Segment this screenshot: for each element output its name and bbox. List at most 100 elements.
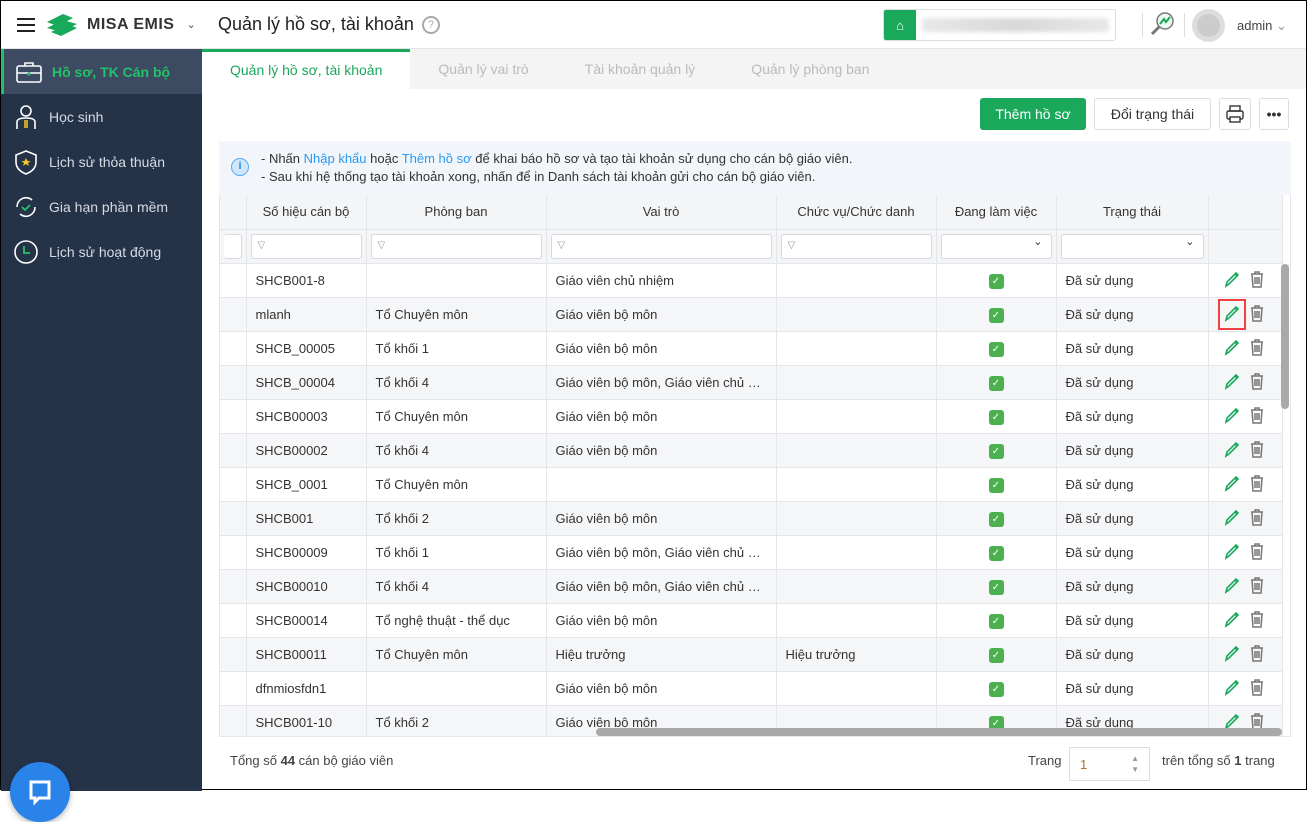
row-select-cell[interactable]	[220, 671, 247, 706]
row-select-cell[interactable]	[220, 263, 247, 298]
print-button[interactable]	[1219, 98, 1251, 130]
edit-pencil-icon[interactable]	[1223, 678, 1241, 699]
checkbox-checked-icon[interactable]: ✓	[988, 579, 1004, 595]
filter-code-input[interactable]: ▽	[250, 233, 362, 259]
row-select-cell[interactable]	[220, 433, 247, 468]
row-select-cell[interactable]	[220, 467, 247, 502]
edit-pencil-icon[interactable]	[1223, 270, 1241, 291]
filter-working-select[interactable]: ⌄	[940, 233, 1052, 259]
add-profile-button[interactable]: Thêm hồ sơ	[980, 98, 1086, 130]
chevron-down-icon[interactable]: ⌄	[186, 18, 195, 31]
row-select-cell[interactable]	[220, 365, 247, 400]
trash-icon[interactable]	[1249, 338, 1265, 359]
analytics-search-icon[interactable]	[1149, 11, 1175, 37]
edit-pencil-icon[interactable]	[1223, 508, 1241, 529]
checkbox-checked-icon[interactable]: ✓	[988, 375, 1004, 391]
page-stepper-icon[interactable]: ▲ ▼	[1131, 753, 1139, 775]
row-select-cell[interactable]	[220, 603, 247, 638]
row-select-cell[interactable]	[220, 399, 247, 434]
table-row[interactable]: SHCB00009 Tổ khối 1 Giáo viên bộ môn, Gi…	[220, 535, 1283, 570]
trash-icon[interactable]	[1249, 304, 1265, 325]
menu-icon[interactable]	[17, 14, 35, 36]
row-select-cell[interactable]	[220, 569, 247, 604]
edit-pencil-icon[interactable]	[1223, 610, 1241, 631]
column-header-department[interactable]: Phòng ban	[366, 195, 547, 230]
checkbox-checked-icon[interactable]: ✓	[988, 409, 1004, 425]
row-select-cell[interactable]	[220, 535, 247, 570]
row-select-cell[interactable]	[220, 297, 247, 332]
table-row[interactable]: SHCB001-8 Giáo viên chủ nhiệm ✓ Đã sử dụ…	[220, 263, 1283, 298]
table-row[interactable]: SHCB_0001 Tổ Chuyên môn ✓ Đã sử dụng	[220, 467, 1283, 502]
filter-role-input[interactable]: ▽	[550, 233, 772, 259]
edit-pencil-icon[interactable]	[1223, 338, 1241, 359]
table-row[interactable]: SHCB00002 Tổ khối 4 Giáo viên bộ môn ✓ Đ…	[220, 433, 1283, 468]
column-header-code[interactable]: Số hiệu cán bộ	[246, 195, 367, 230]
table-row[interactable]: SHCB00014 Tổ nghệ thuật - thể dục Giáo v…	[220, 603, 1283, 638]
edit-pencil-icon[interactable]	[1223, 372, 1241, 393]
trash-icon[interactable]	[1249, 610, 1265, 631]
edit-pencil-icon[interactable]	[1223, 406, 1241, 427]
checkbox-checked-icon[interactable]: ✓	[988, 545, 1004, 561]
table-row[interactable]: SHCB_00004 Tổ khối 4 Giáo viên bộ môn, G…	[220, 365, 1283, 400]
checkbox-checked-icon[interactable]: ✓	[988, 477, 1004, 493]
column-header-status[interactable]: Trạng thái	[1056, 195, 1209, 230]
table-row[interactable]: SHCB_00005 Tổ khối 1 Giáo viên bộ môn ✓ …	[220, 331, 1283, 366]
user-menu[interactable]: admin ⌄	[1237, 18, 1287, 34]
trash-icon[interactable]	[1249, 440, 1265, 461]
sidebar-item-activity-history[interactable]: Lịch sử hoạt động	[1, 229, 202, 274]
change-status-button[interactable]: Đổi trạng thái	[1094, 98, 1211, 130]
trash-icon[interactable]	[1249, 406, 1265, 427]
tab-departments[interactable]: Quản lý phòng ban	[723, 49, 897, 89]
page-input[interactable]: 1 ▲ ▼	[1069, 747, 1150, 781]
tab-roles[interactable]: Quản lý vai trò	[410, 49, 556, 89]
trash-icon[interactable]	[1249, 678, 1265, 699]
row-select-cell[interactable]	[220, 637, 247, 672]
filter-department-input[interactable]: ▽	[370, 233, 542, 259]
filter-position-input[interactable]: ▽	[780, 233, 932, 259]
tab-profiles[interactable]: Quản lý hồ sơ, tài khoản	[202, 49, 411, 89]
filter-status-select[interactable]: ⌄	[1060, 233, 1204, 259]
checkbox-checked-icon[interactable]: ✓	[988, 511, 1004, 527]
vertical-scrollbar[interactable]	[1281, 264, 1289, 409]
brand-logo[interactable]: MISA EMIS ⌄	[43, 12, 196, 38]
edit-pencil-icon[interactable]	[1223, 474, 1241, 495]
trash-icon[interactable]	[1249, 372, 1265, 393]
trash-icon[interactable]	[1249, 474, 1265, 495]
edit-pencil-icon[interactable]	[1223, 644, 1241, 665]
horizontal-scrollbar[interactable]	[596, 728, 1282, 736]
trash-icon[interactable]	[1249, 644, 1265, 665]
trash-icon[interactable]	[1249, 270, 1265, 291]
row-select-cell[interactable]	[220, 501, 247, 536]
checkbox-checked-icon[interactable]: ✓	[988, 443, 1004, 459]
table-row[interactable]: SHCB001 Tổ khối 2 Giáo viên bộ môn ✓ Đã …	[220, 501, 1283, 536]
table-row[interactable]: dfnmiosfdn1 Giáo viên bộ môn ✓ Đã sử dụn…	[220, 671, 1283, 706]
edit-pencil-icon[interactable]	[1223, 440, 1241, 461]
sidebar-item-staff[interactable]: Hồ sơ, TK Cán bộ	[1, 49, 202, 94]
checkbox-checked-icon[interactable]: ✓	[988, 681, 1004, 697]
add-profile-link[interactable]: Thêm hồ sơ	[402, 151, 472, 166]
column-header-position[interactable]: Chức vụ/Chức danh	[776, 195, 937, 230]
sidebar-item-agreement-history[interactable]: Lịch sử thỏa thuận	[1, 139, 202, 184]
edit-pencil-icon[interactable]	[1223, 576, 1241, 597]
edit-pencil-icon[interactable]	[1223, 542, 1241, 563]
row-select-cell[interactable]	[220, 331, 247, 366]
trash-icon[interactable]	[1249, 542, 1265, 563]
column-header-role[interactable]: Vai trò	[546, 195, 777, 230]
checkbox-checked-icon[interactable]: ✓	[988, 273, 1004, 289]
chat-button[interactable]	[10, 762, 70, 822]
trash-icon[interactable]	[1249, 576, 1265, 597]
edit-pencil-icon[interactable]	[1217, 298, 1246, 330]
checkbox-checked-icon[interactable]: ✓	[988, 613, 1004, 629]
filter-input[interactable]	[224, 233, 242, 259]
table-row[interactable]: SHCB00010 Tổ khối 4 Giáo viên bộ môn, Gi…	[220, 569, 1283, 604]
row-select-cell[interactable]	[220, 705, 247, 736]
help-icon[interactable]: ?	[421, 16, 440, 35]
more-button[interactable]: •••	[1259, 98, 1289, 130]
school-selector[interactable]: ⌂	[883, 9, 1116, 41]
avatar[interactable]	[1192, 9, 1225, 42]
tab-admin-accounts[interactable]: Tài khoản quản lý	[557, 49, 724, 89]
table-row[interactable]: SHCB00003 Tổ Chuyên môn Giáo viên bộ môn…	[220, 399, 1283, 434]
sidebar-item-students[interactable]: Học sinh	[1, 94, 202, 139]
checkbox-checked-icon[interactable]: ✓	[988, 647, 1004, 663]
checkbox-checked-icon[interactable]: ✓	[988, 307, 1004, 323]
